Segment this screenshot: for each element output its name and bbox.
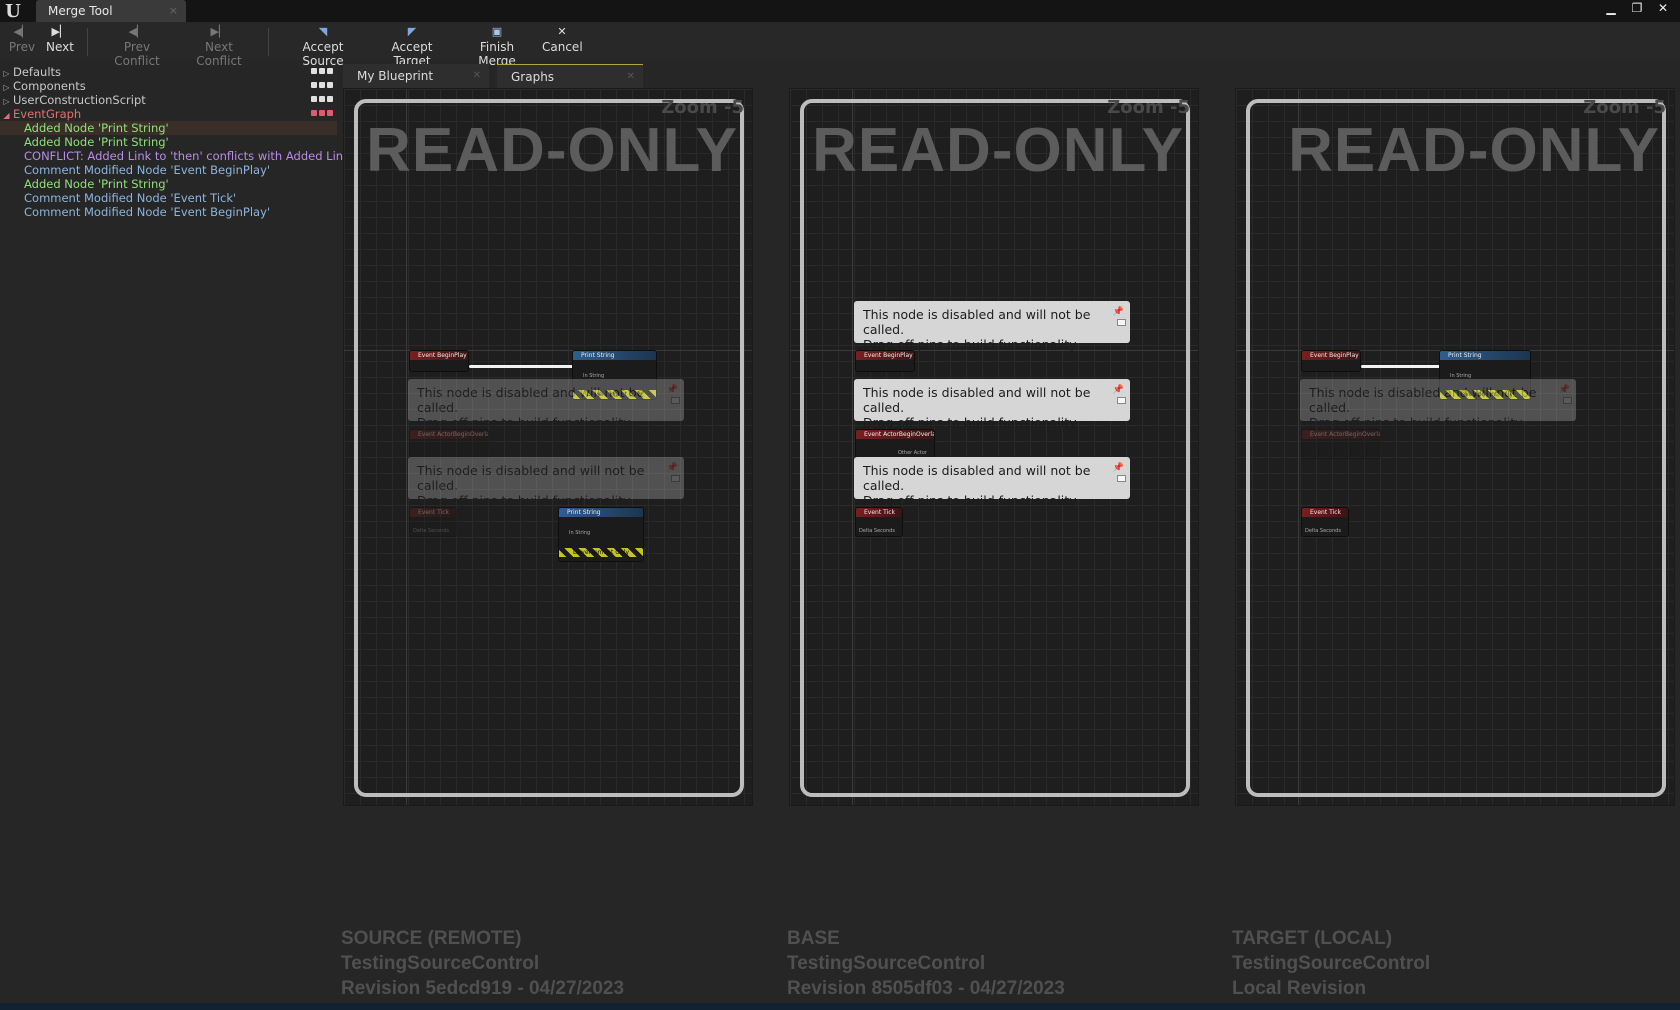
revision-branch: TestingSourceControl (341, 953, 540, 974)
prev-conflict-icon: ◀▏ (128, 25, 146, 38)
accept-source-icon: ◥ (318, 25, 328, 38)
read-only-watermark: READ-ONLY (812, 116, 1184, 185)
tab-graphs[interactable]: Graphs ✕ (497, 64, 643, 88)
revision-title: TARGET (LOCAL) (1232, 928, 1393, 949)
toolbar: ◀▏ Prev ▶▏ Next ◀▏ Prev Conflict ▶▏ Next… (0, 22, 1680, 68)
next-label: Next (46, 40, 74, 54)
tree-category-label: EventGraph (13, 107, 82, 121)
diff-blocks-icon (311, 82, 333, 88)
tree-category-user-construction-script[interactable]: ▷ UserConstructionScript (0, 93, 337, 107)
finish-merge-button[interactable]: ▣ Finish Merge (460, 24, 534, 68)
revision-branch: TestingSourceControl (787, 953, 986, 974)
tree-category-label: Components (13, 79, 86, 93)
tree-item-conflict[interactable]: CONFLICT: Added Link to 'then' conflicts… (0, 149, 350, 163)
minimize-icon[interactable]: ▁ (1600, 0, 1622, 16)
read-only-watermark: READ-ONLY (1288, 116, 1660, 185)
diff-blocks-icon (311, 68, 333, 74)
next-conflict-icon: ▶▏ (210, 25, 228, 38)
tree-item[interactable]: Comment Modified Node 'Event Tick' (0, 191, 337, 205)
graph-panel-target[interactable]: Event BeginPlay Print String In String D… (1235, 88, 1675, 806)
revision-id: Revision 5edcd919 - 04/27/2023 (341, 978, 625, 999)
tab-my-blueprint[interactable]: My Blueprint ✕ (343, 64, 489, 88)
revision-id: Revision 8505df03 - 04/27/2023 (787, 978, 1065, 999)
accept-target-icon: ◤ (407, 25, 417, 38)
read-only-frame (800, 99, 1190, 797)
tree-item[interactable]: Added Node 'Print String' (0, 121, 337, 135)
accept-target-button[interactable]: ◤ Accept Target (372, 24, 452, 68)
read-only-watermark: READ-ONLY (366, 116, 738, 185)
toolbar-divider (268, 28, 269, 56)
cancel-icon: ✕ (557, 25, 567, 38)
prev-icon: ◀▏ (13, 25, 31, 38)
read-only-frame (1246, 99, 1666, 797)
tree-item[interactable]: Comment Modified Node 'Event BeginPlay' (0, 163, 337, 177)
cancel-label: Cancel (542, 40, 583, 54)
accept-source-button[interactable]: ◥ Accept Source (282, 24, 364, 68)
status-bar (0, 1003, 1680, 1010)
close-tab-icon[interactable]: ✕ (627, 65, 635, 89)
restore-icon[interactable]: ❐ (1626, 0, 1648, 16)
merge-tool-window: U Merge Tool × ▁ ❐ ✕ ◀▏ Prev ▶▏ Next ◀▏ … (0, 0, 1680, 1010)
differences-tree: ▷ Defaults ▷ Components ▷ UserConstructionS… (0, 62, 350, 222)
graph-panel-base[interactable]: This node is disabled and will not be ca… (789, 88, 1199, 806)
tree-item[interactable]: Added Node 'Print String' (0, 135, 337, 149)
document-tab-merge-tool[interactable]: Merge Tool × (36, 0, 186, 22)
revision-id: Local Revision (1232, 978, 1367, 999)
read-only-frame (354, 99, 744, 797)
tree-category-defaults[interactable]: ▷ Defaults (0, 65, 337, 79)
tree-category-label: Defaults (13, 65, 62, 79)
tree-category-label: UserConstructionScript (13, 93, 146, 107)
close-window-icon[interactable]: ✕ (1652, 0, 1674, 16)
toolbar-divider (87, 28, 88, 56)
diff-blocks-icon (311, 110, 333, 116)
tree-item[interactable]: Added Node 'Print String' (0, 177, 337, 191)
diff-blocks-icon (311, 96, 333, 102)
revision-title: BASE (787, 928, 840, 949)
close-tab-icon[interactable]: × (169, 0, 178, 22)
revision-info-target: TARGET (LOCAL) TestingSourceControl Loca… (1232, 926, 1430, 1001)
revision-title: SOURCE (REMOTE) (341, 928, 522, 949)
next-icon: ▶▏ (51, 25, 69, 38)
prev-label: Prev (8, 40, 36, 54)
revision-branch: TestingSourceControl (1232, 953, 1431, 974)
tree-item[interactable]: Comment Modified Node 'Event BeginPlay' (0, 205, 337, 219)
revision-info-base: BASE TestingSourceControl Revision 8505d… (787, 926, 1065, 1001)
document-tab-label: Merge Tool (48, 4, 113, 18)
tree-category-components[interactable]: ▷ Components (0, 79, 337, 93)
title-bar: U Merge Tool × ▁ ❐ ✕ (0, 0, 1680, 22)
unreal-logo-icon: U (5, 1, 21, 22)
cancel-button[interactable]: ✕ Cancel (542, 24, 583, 60)
tree-category-event-graph[interactable]: ◢ EventGraph (0, 107, 337, 121)
window-controls: ▁ ❐ ✕ (1600, 0, 1674, 16)
save-icon: ▣ (491, 25, 503, 38)
graph-panel-source[interactable]: Event BeginPlay Print String In String D… (343, 88, 753, 806)
prev-conflict-button[interactable]: ◀▏ Prev Conflict (100, 24, 174, 68)
revision-info-source: SOURCE (REMOTE) TestingSourceControl Rev… (341, 926, 624, 1001)
tab-label: My Blueprint (357, 69, 434, 83)
next-button[interactable]: ▶▏ Next (44, 24, 76, 60)
tab-label: Graphs (511, 70, 555, 84)
next-conflict-button[interactable]: ▶▏ Next Conflict (182, 24, 256, 68)
close-tab-icon[interactable]: ✕ (473, 64, 481, 88)
prev-button[interactable]: ◀▏ Prev (8, 24, 36, 60)
